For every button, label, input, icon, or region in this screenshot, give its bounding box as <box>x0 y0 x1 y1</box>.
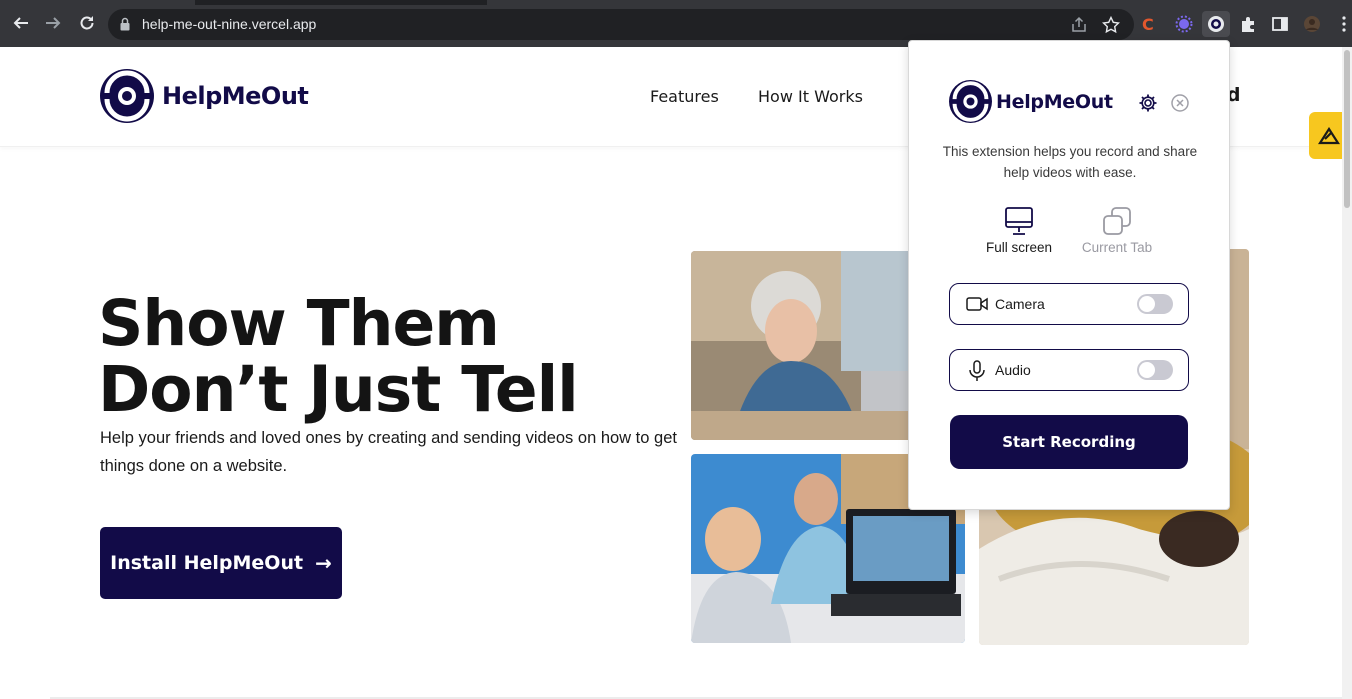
tab-strip <box>0 0 1352 5</box>
camera-switch[interactable] <box>1137 294 1173 314</box>
install-button-label: Install HelpMeOut <box>110 552 304 574</box>
video-camera-icon <box>966 297 988 311</box>
reload-icon[interactable] <box>77 13 97 33</box>
svg-text:C: C <box>1142 15 1154 33</box>
helpmeout-logo-icon <box>949 80 992 123</box>
site-logo[interactable]: HelpMeOut <box>100 69 309 123</box>
hero-title-line1: Show Them <box>98 287 500 360</box>
install-button[interactable]: Install HelpMeOut → <box>100 527 342 599</box>
brand-name: HelpMeOut <box>162 82 309 110</box>
lock-icon <box>120 17 130 31</box>
mode-current-tab[interactable]: Current Tab <box>1077 206 1157 255</box>
mode-full-screen[interactable]: Full screen <box>979 206 1059 255</box>
extension-popup: HelpMeOut This extension helps you recor… <box>908 40 1230 510</box>
audio-switch[interactable] <box>1137 360 1173 380</box>
audio-label: Audio <box>995 362 1031 378</box>
copy-tab-icon <box>1103 207 1131 235</box>
kebab-menu-icon[interactable] <box>1335 15 1352 33</box>
forward-icon[interactable] <box>43 13 63 33</box>
popup-logo: HelpMeOut <box>949 80 1113 123</box>
arrow-right-icon: → <box>315 551 332 575</box>
bookmark-star-icon[interactable] <box>1102 16 1120 34</box>
microphone-icon <box>969 360 985 381</box>
audio-switch-knob <box>1139 362 1155 378</box>
extension-c-icon[interactable]: C <box>1140 15 1158 33</box>
mode-current-tab-label: Current Tab <box>1081 240 1153 255</box>
mode-full-screen-label: Full screen <box>985 240 1053 255</box>
profile-avatar-icon[interactable] <box>1303 15 1321 33</box>
nav-features[interactable]: Features <box>650 87 719 106</box>
back-icon[interactable] <box>11 13 31 33</box>
camera-switch-knob <box>1139 296 1155 312</box>
audio-toggle-row[interactable]: Audio <box>949 349 1189 391</box>
camera-label: Camera <box>995 296 1045 312</box>
scrollbar-thumb[interactable] <box>1344 50 1350 208</box>
hero-title: Show Them Don’t Just Tell <box>98 287 579 426</box>
hero-subtitle: Help your friends and loved ones by crea… <box>100 429 677 475</box>
helpmeout-logo-icon <box>100 69 154 123</box>
camera-toggle-row[interactable]: Camera <box>949 283 1189 325</box>
close-icon[interactable] <box>1170 93 1190 113</box>
share-icon[interactable] <box>1070 16 1088 34</box>
triangle-logo-icon <box>1318 126 1340 144</box>
address-bar[interactable]: help-me-out-nine.vercel.app <box>108 9 1134 40</box>
extension-gear-purple-icon[interactable] <box>1175 15 1193 33</box>
popup-description: This extension helps you record and shar… <box>942 144 1198 180</box>
photo-woman-laptop <box>691 251 921 440</box>
monitor-icon <box>1005 207 1033 235</box>
hero-title-line2: Don’t Just Tell <box>98 353 579 426</box>
side-panel-icon[interactable] <box>1271 15 1289 33</box>
nav-how-it-works[interactable]: How It Works <box>758 87 863 106</box>
gear-icon[interactable] <box>1138 93 1158 113</box>
helpmeout-extension-icon[interactable] <box>1207 15 1225 33</box>
start-recording-button[interactable]: Start Recording <box>950 415 1188 469</box>
url-text[interactable]: help-me-out-nine.vercel.app <box>142 16 316 32</box>
popup-brand-name: HelpMeOut <box>996 90 1113 113</box>
puzzle-extensions-icon[interactable] <box>1239 15 1257 33</box>
